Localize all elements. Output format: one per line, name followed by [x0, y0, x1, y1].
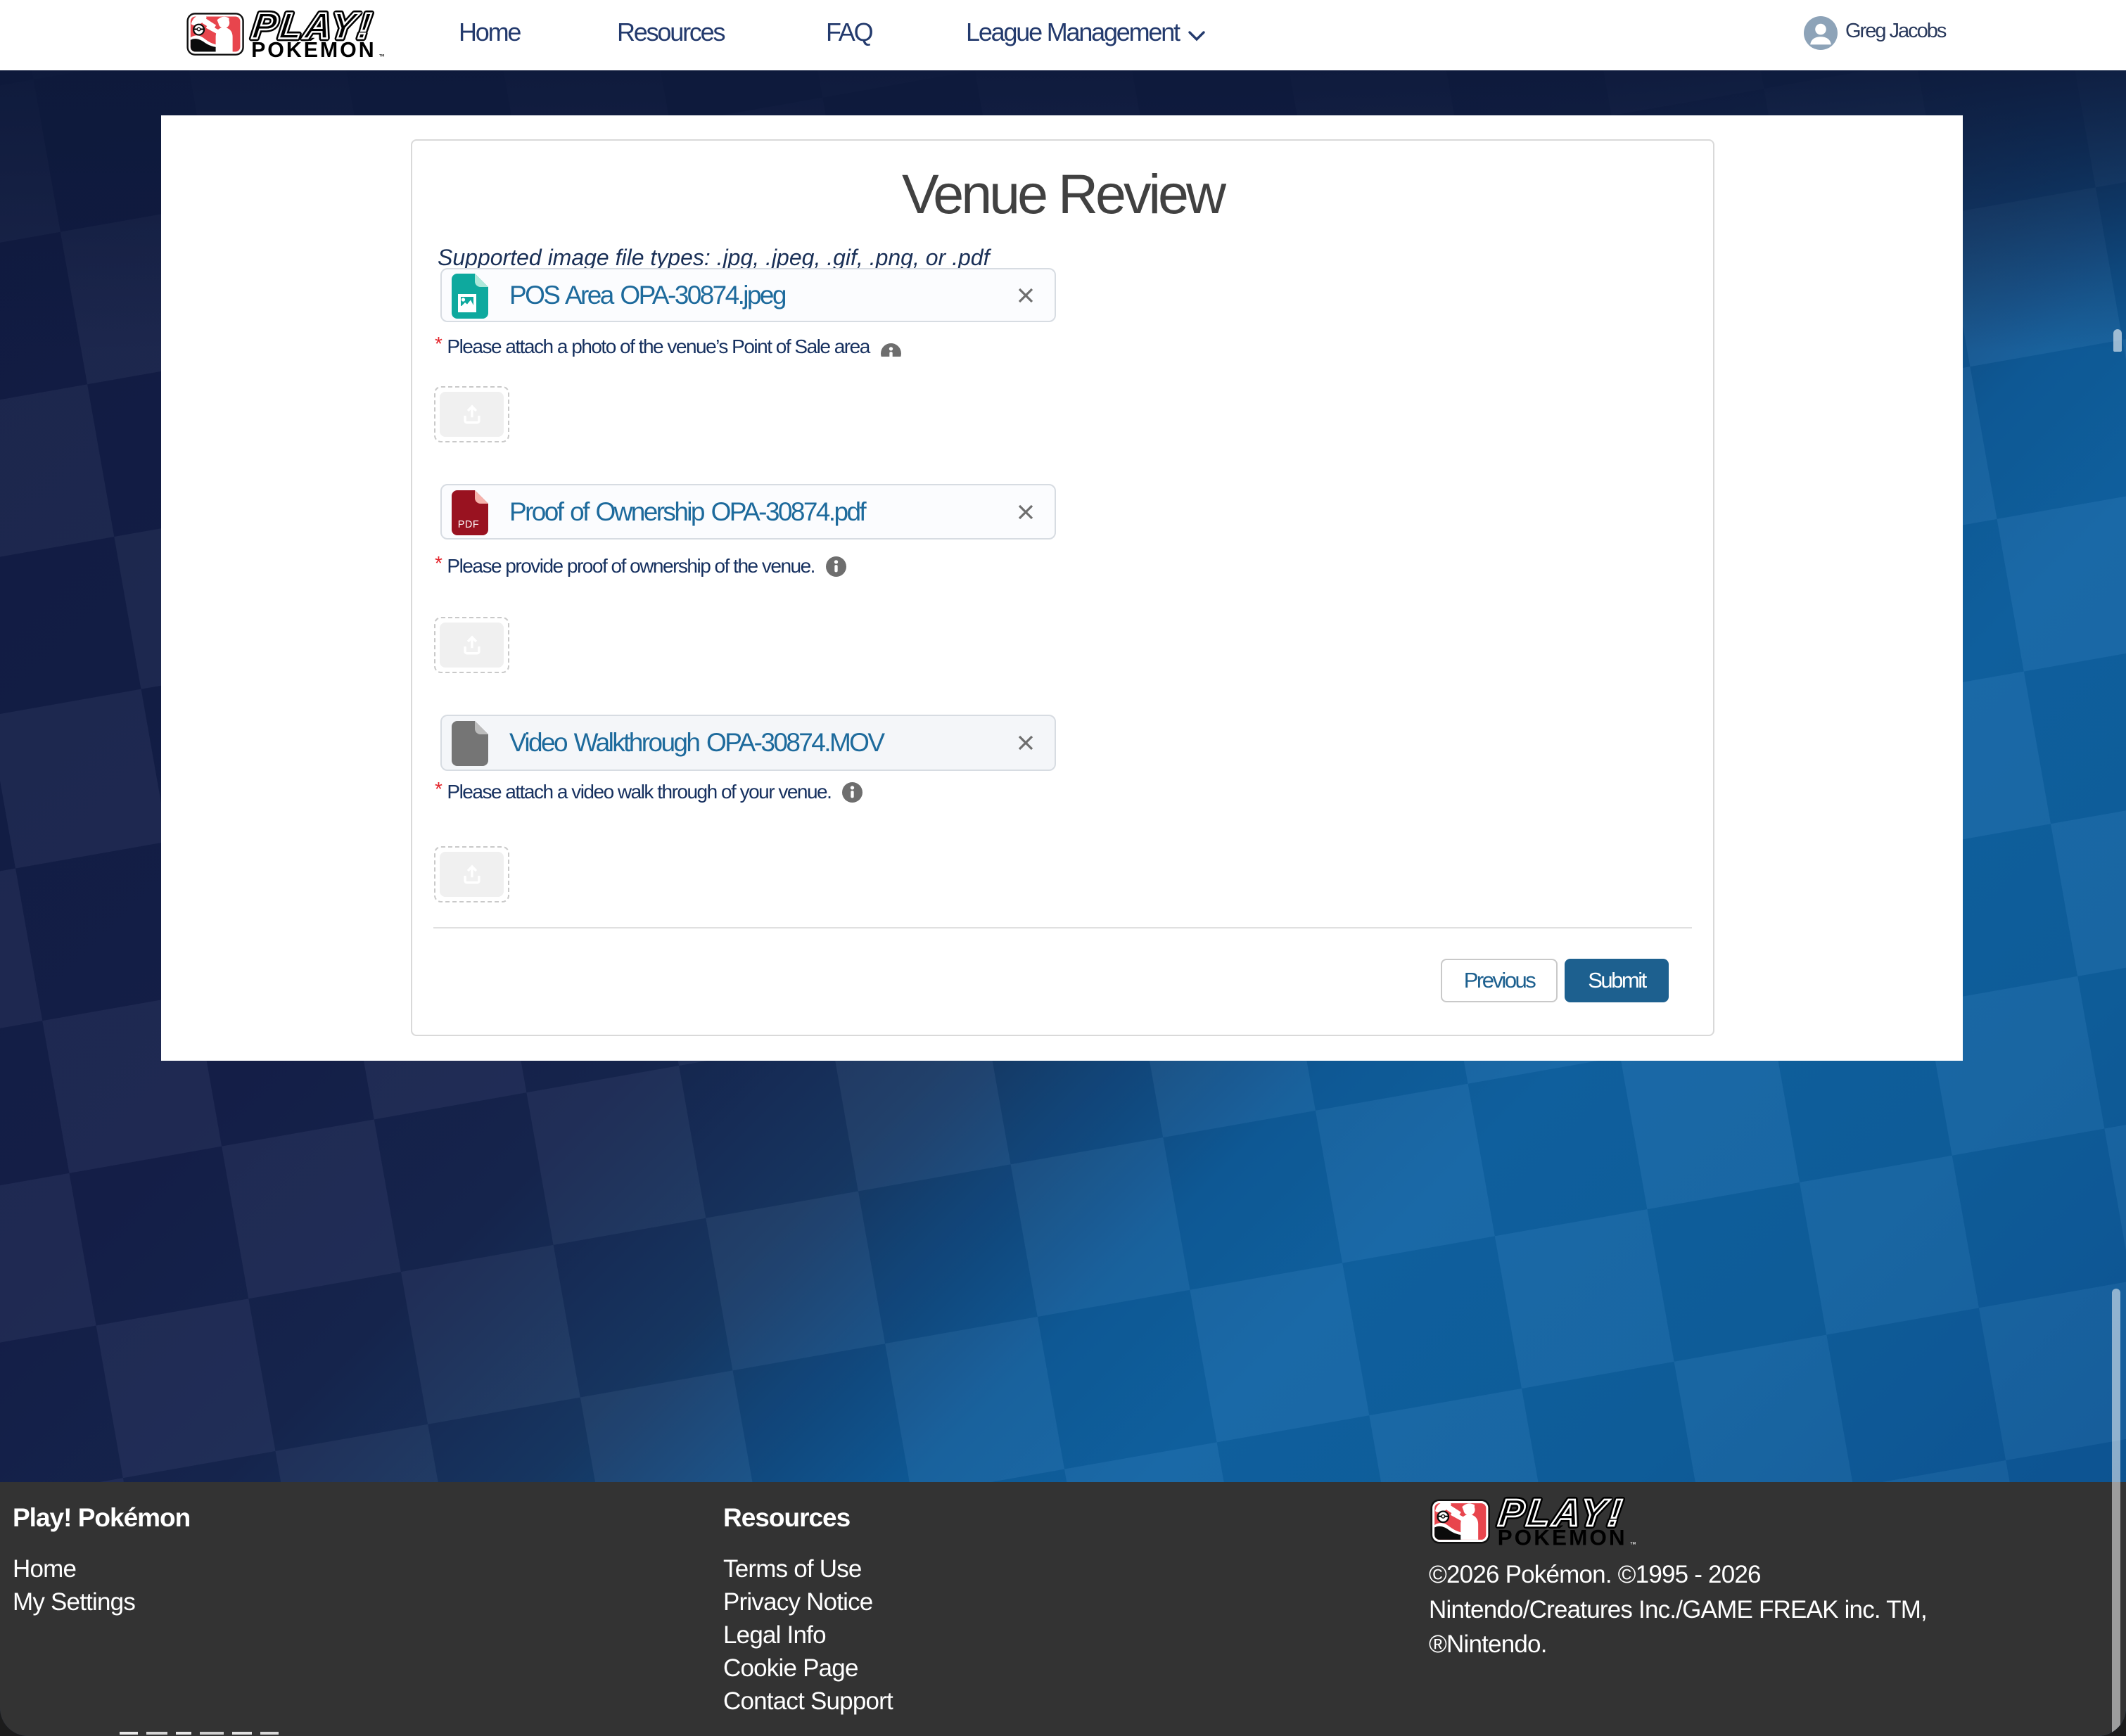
svg-text:POKÉMON: POKÉMON: [251, 38, 376, 60]
svg-text:POKÉMON: POKÉMON: [1498, 1525, 1627, 1548]
svg-text:PDF: PDF: [458, 519, 480, 530]
svg-text:™: ™: [1630, 1541, 1636, 1548]
svg-text:™: ™: [378, 53, 385, 60]
